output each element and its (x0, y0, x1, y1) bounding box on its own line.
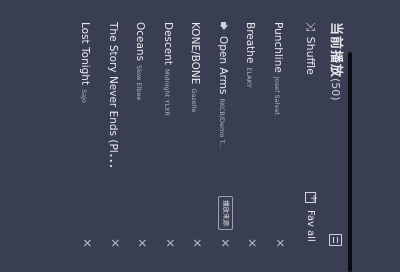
add-to-favorites-icon (305, 192, 317, 203)
song-artist: Midnight YLXR (163, 69, 171, 116)
song-title: KONE/BONE (189, 22, 202, 85)
song-list: PunchlineJosef Salvat ✕ BreatheELAKY ✕ Open … (72, 22, 292, 258)
song-title: Open Arms (217, 36, 229, 95)
song-title: The Story Never Ends (Pla... (107, 22, 119, 170)
song-row[interactable]: Breathe ELAKY ✕ (237, 22, 265, 258)
playback-source-tag[interactable]: 播放来源 (218, 196, 233, 230)
song-row[interactable]: Open Arms RKCB/Demo T... 播放来源 ✕ (210, 22, 238, 258)
fav-all-label: Fav all (305, 210, 317, 242)
playlist-count: (50) (329, 78, 342, 101)
song-artist: Josef Salvat (273, 76, 281, 115)
remove-song-icon[interactable]: ✕ (271, 238, 289, 248)
remove-song-icon[interactable]: ✕ (161, 238, 179, 248)
remove-song-icon[interactable]: ✕ (134, 238, 152, 248)
song-info: Lost Tonight Sajo (75, 22, 98, 103)
song-row[interactable]: The Story Never Ends (Pla... ✕ (100, 22, 128, 258)
song-artist: Sajo (80, 89, 89, 103)
shuffle-button[interactable]: ⤨ Shuffle (302, 22, 320, 75)
now-playing-screen: 当前播放 (50) ⤨ Shuffle Fav all Punchline Jos… (0, 0, 400, 272)
song-artist: Gazelle (190, 88, 199, 113)
song-title: Breathe (244, 22, 257, 64)
queue-list-icon[interactable] (329, 234, 342, 246)
accent-bar (348, 52, 352, 272)
song-title: Oceans (134, 22, 147, 62)
song-info: Oceans Slow Elbee (130, 22, 153, 100)
remove-song-icon[interactable]: ✕ (106, 238, 124, 248)
remove-song-icon[interactable]: ✕ (189, 238, 207, 248)
song-info: Open Arms RKCB/Demo T... (212, 22, 235, 149)
song-artist: ELAKY (245, 67, 254, 88)
playlist-header: 当前播放 (50) (325, 22, 345, 258)
remove-song-icon[interactable]: ✕ (216, 238, 234, 248)
remove-song-icon[interactable]: ✕ (244, 238, 262, 248)
song-info: Punchline Josef Salvat (267, 22, 290, 115)
song-row[interactable]: KONE/BONE Gazelle ✕ (182, 22, 210, 258)
song-artist: Slow Elbee (135, 65, 144, 101)
remove-song-icon[interactable]: ✕ (79, 238, 97, 248)
shuffle-label: Shuffle (304, 36, 318, 75)
song-row[interactable]: Punchline Josef Salvat ✕ (265, 22, 293, 258)
fav-all-button[interactable]: Fav all (302, 192, 320, 242)
playlist-title: 当前播放 (328, 22, 343, 79)
song-row[interactable]: Lost Tonight Sajo ✕ (72, 22, 100, 258)
song-title: Punchline (272, 22, 284, 73)
shuffle-icon: ⤨ (304, 22, 319, 32)
now-playing-speaker-icon (219, 22, 228, 32)
song-info: Breathe ELAKY (240, 22, 263, 88)
song-title: Lost Tonight (79, 22, 92, 86)
song-row[interactable]: Oceans Slow Elbee ✕ (127, 22, 155, 258)
song-info: KONE/BONE Gazelle (185, 22, 208, 112)
song-info: The Story Never Ends (Pla... (102, 22, 125, 172)
playlist-panel: 当前播放 (50) ⤨ Shuffle Fav all Punchline Jos… (0, 0, 400, 272)
playlist-controls: ⤨ Shuffle Fav all (302, 22, 320, 258)
song-artist: RKCB/Demo T... (218, 98, 226, 149)
song-title: Descent (162, 22, 174, 66)
song-row[interactable]: Descent Midnight YLXR ✕ (155, 22, 183, 258)
song-info: Descent Midnight YLXR (157, 22, 180, 116)
